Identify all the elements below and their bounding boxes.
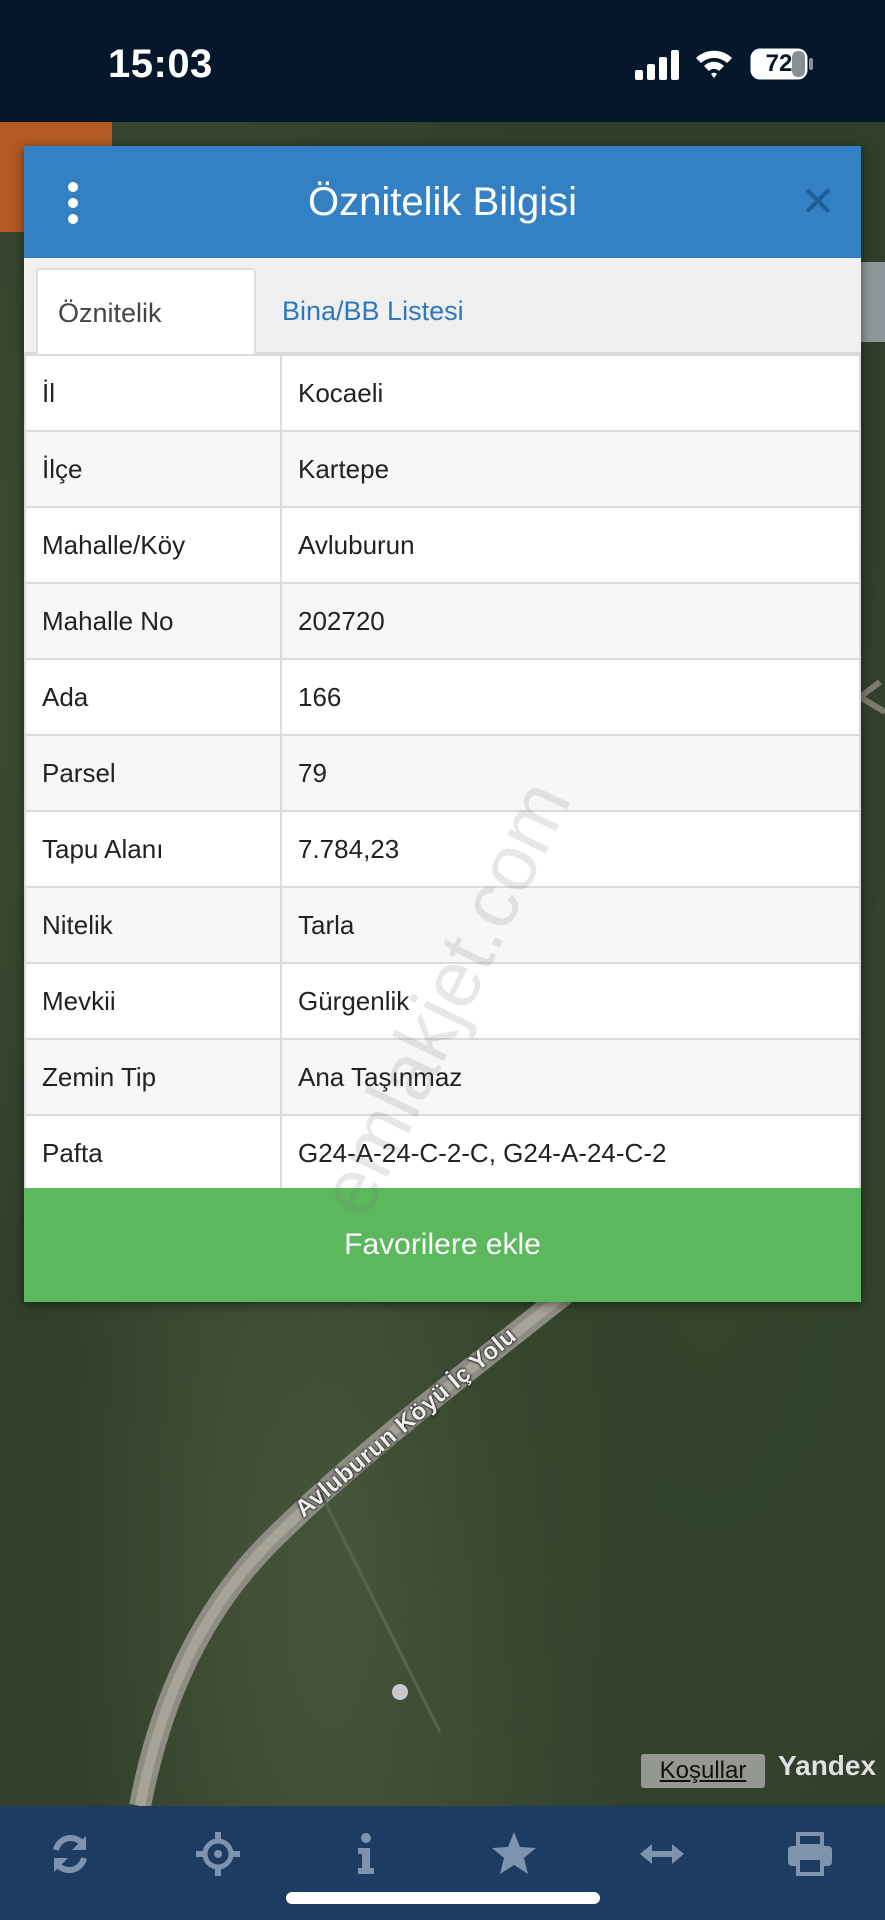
table-row: Tapu Alanı 7.784,23 bbox=[24, 810, 861, 888]
table-row: İlçe Kartepe bbox=[24, 430, 861, 508]
row-key: Ada bbox=[24, 658, 282, 736]
star-icon[interactable] bbox=[488, 1828, 540, 1880]
row-value: Tarla bbox=[280, 886, 861, 964]
refresh-icon[interactable] bbox=[44, 1828, 96, 1880]
row-value: Gürgenlik bbox=[280, 962, 861, 1040]
locate-icon[interactable] bbox=[192, 1828, 244, 1880]
battery-level: 72 bbox=[765, 50, 793, 77]
wifi-icon bbox=[696, 50, 732, 78]
table-row: Mahalle No 202720 bbox=[24, 582, 861, 660]
row-key: Tapu Alanı bbox=[24, 810, 282, 888]
print-icon[interactable] bbox=[784, 1828, 836, 1880]
table-row: Parsel 79 bbox=[24, 734, 861, 812]
menu-dot-icon bbox=[68, 182, 78, 192]
row-value: 166 bbox=[280, 658, 861, 736]
yandex-logo: Yandex bbox=[778, 1750, 877, 1781]
more-options-button[interactable] bbox=[54, 182, 94, 224]
table-row: İl Kocaeli bbox=[24, 354, 861, 432]
dialog-title: Öznitelik Bilgisi bbox=[308, 180, 577, 224]
row-key: İl bbox=[24, 354, 282, 432]
menu-dot-icon bbox=[68, 214, 78, 224]
home-indicator bbox=[286, 1892, 600, 1904]
close-button[interactable]: ✕ bbox=[796, 180, 840, 224]
add-favorite-button[interactable]: Favorilere ekle bbox=[24, 1188, 861, 1302]
tab-building-list[interactable]: Bina/BB Listesi bbox=[262, 268, 484, 354]
menu-dot-icon bbox=[68, 198, 78, 208]
row-key: Mevkii bbox=[24, 962, 282, 1040]
row-key: Mahalle/Köy bbox=[24, 506, 282, 584]
measure-icon[interactable] bbox=[636, 1828, 688, 1880]
info-icon[interactable] bbox=[340, 1828, 392, 1880]
row-key: Zemin Tip bbox=[24, 1038, 282, 1116]
table-row: Ada 166 bbox=[24, 658, 861, 736]
row-value: 202720 bbox=[280, 582, 861, 660]
row-value: Avluburun bbox=[280, 506, 861, 584]
row-value: Kocaeli bbox=[280, 354, 861, 432]
status-time: 15:03 bbox=[108, 42, 213, 86]
status-bar: 15:03 72 bbox=[0, 0, 885, 122]
row-key: Parsel bbox=[24, 734, 282, 812]
cellular-signal-icon bbox=[635, 50, 679, 80]
row-key: Nitelik bbox=[24, 886, 282, 964]
row-key: İlçe bbox=[24, 430, 282, 508]
tab-bar: Öznitelik Bilgisi Bina/BB Listesi bbox=[24, 258, 861, 414]
tab-attribute-info[interactable]: Öznitelik Bilgisi bbox=[36, 268, 256, 414]
attribute-dialog: Öznitelik Bilgisi ✕ Öznitelik Bilgisi Bi… bbox=[24, 146, 861, 1302]
terms-link[interactable]: Koşullar bbox=[641, 1754, 765, 1788]
table-row: Pafta G24-A-24-C-2-C, G24-A-24-C-2 bbox=[24, 1114, 861, 1192]
row-key: Pafta bbox=[24, 1114, 282, 1192]
dialog-header: Öznitelik Bilgisi ✕ bbox=[24, 146, 861, 258]
row-key: Mahalle No bbox=[24, 582, 282, 660]
row-value: Kartepe bbox=[280, 430, 861, 508]
table-row: Mahalle/Köy Avluburun bbox=[24, 506, 861, 584]
